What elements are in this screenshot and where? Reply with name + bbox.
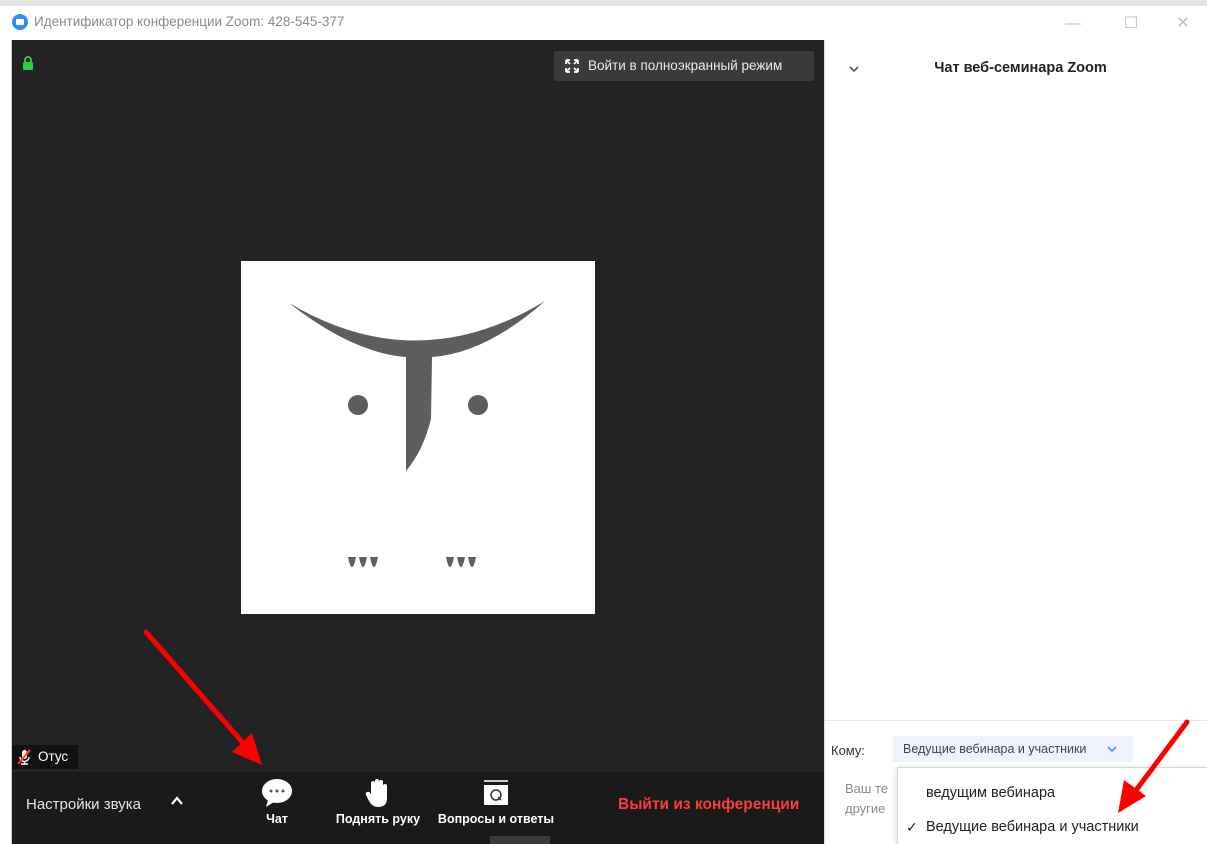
chat-button[interactable]: Чат [257, 778, 297, 826]
placeholder-line: Ваш те [845, 781, 888, 796]
audio-settings-button[interactable]: Настройки звука [26, 796, 141, 813]
maximize-button[interactable]: ☐ [1111, 10, 1151, 38]
participant-name: Отус [38, 749, 69, 764]
leave-meeting-button[interactable]: Выйти из конференции [618, 796, 799, 814]
chat-title: Чат веб-семинара Zoom [934, 60, 1107, 76]
title-bar: Идентификатор конференции Zoom: 428-545-… [0, 0, 1207, 40]
recipient-label: Кому: [831, 743, 865, 758]
owl-logo-image [289, 301, 545, 567]
placeholder-line: другие [845, 801, 886, 816]
qa-button[interactable]: Вопросы и ответы [430, 778, 562, 826]
raise-hand-button[interactable]: Поднять руку [328, 778, 428, 826]
chat-label: Чат [266, 812, 288, 826]
left-window-edge [0, 40, 12, 844]
video-area: Войти в полноэкранный режим Отус [12, 40, 824, 772]
qa-icon [484, 780, 508, 805]
lock-icon [23, 56, 33, 70]
fullscreen-button[interactable]: Войти в полноэкранный режим [554, 51, 814, 81]
dropdown-option-hosts[interactable]: ведущим вебинара [898, 778, 1207, 808]
dropdown-option-label: Ведущие вебинара и участники [926, 819, 1139, 835]
qa-label: Вопросы и ответы [437, 812, 555, 826]
window-title: Идентификатор конференции Zoom: 428-545-… [34, 14, 345, 29]
chevron-down-icon [1107, 746, 1117, 753]
meeting-toolbar: Настройки звука Чат Поднять руку Вопросы… [12, 772, 824, 844]
raise-hand-label: Поднять руку [335, 812, 421, 826]
recipient-select[interactable]: Ведущие вебинара и участники [893, 736, 1133, 762]
toolbar-grip [490, 836, 550, 844]
muted-mic-icon [17, 749, 31, 765]
dropdown-option-hosts-and-attendees[interactable]: ✓ Ведущие вебинара и участники [898, 812, 1207, 842]
zoom-logo-icon [12, 14, 28, 30]
recipient-value: Ведущие вебинара и участники [903, 742, 1087, 756]
recipient-dropdown-menu: ведущим вебинара ✓ Ведущие вебинара и уч… [897, 767, 1207, 844]
fullscreen-label: Войти в полноэкранный режим [588, 58, 783, 73]
raise-hand-icon [365, 779, 387, 807]
dropdown-option-label: ведущим вебинара [926, 785, 1056, 801]
chat-panel: Чат веб-семинара Zoom Кому: Ведущие веби… [824, 40, 1207, 844]
participant-name-tag: Отус [12, 745, 78, 769]
chat-bubble-icon [262, 779, 292, 807]
caret-up-icon[interactable] [170, 794, 184, 808]
message-input[interactable]: Ваш те другие [845, 779, 905, 819]
fullscreen-icon [565, 59, 579, 73]
checkmark-icon: ✓ [906, 819, 918, 835]
close-button[interactable]: ✕ [1163, 10, 1203, 38]
participant-avatar [241, 261, 595, 614]
minimize-button[interactable]: — [1053, 10, 1093, 38]
